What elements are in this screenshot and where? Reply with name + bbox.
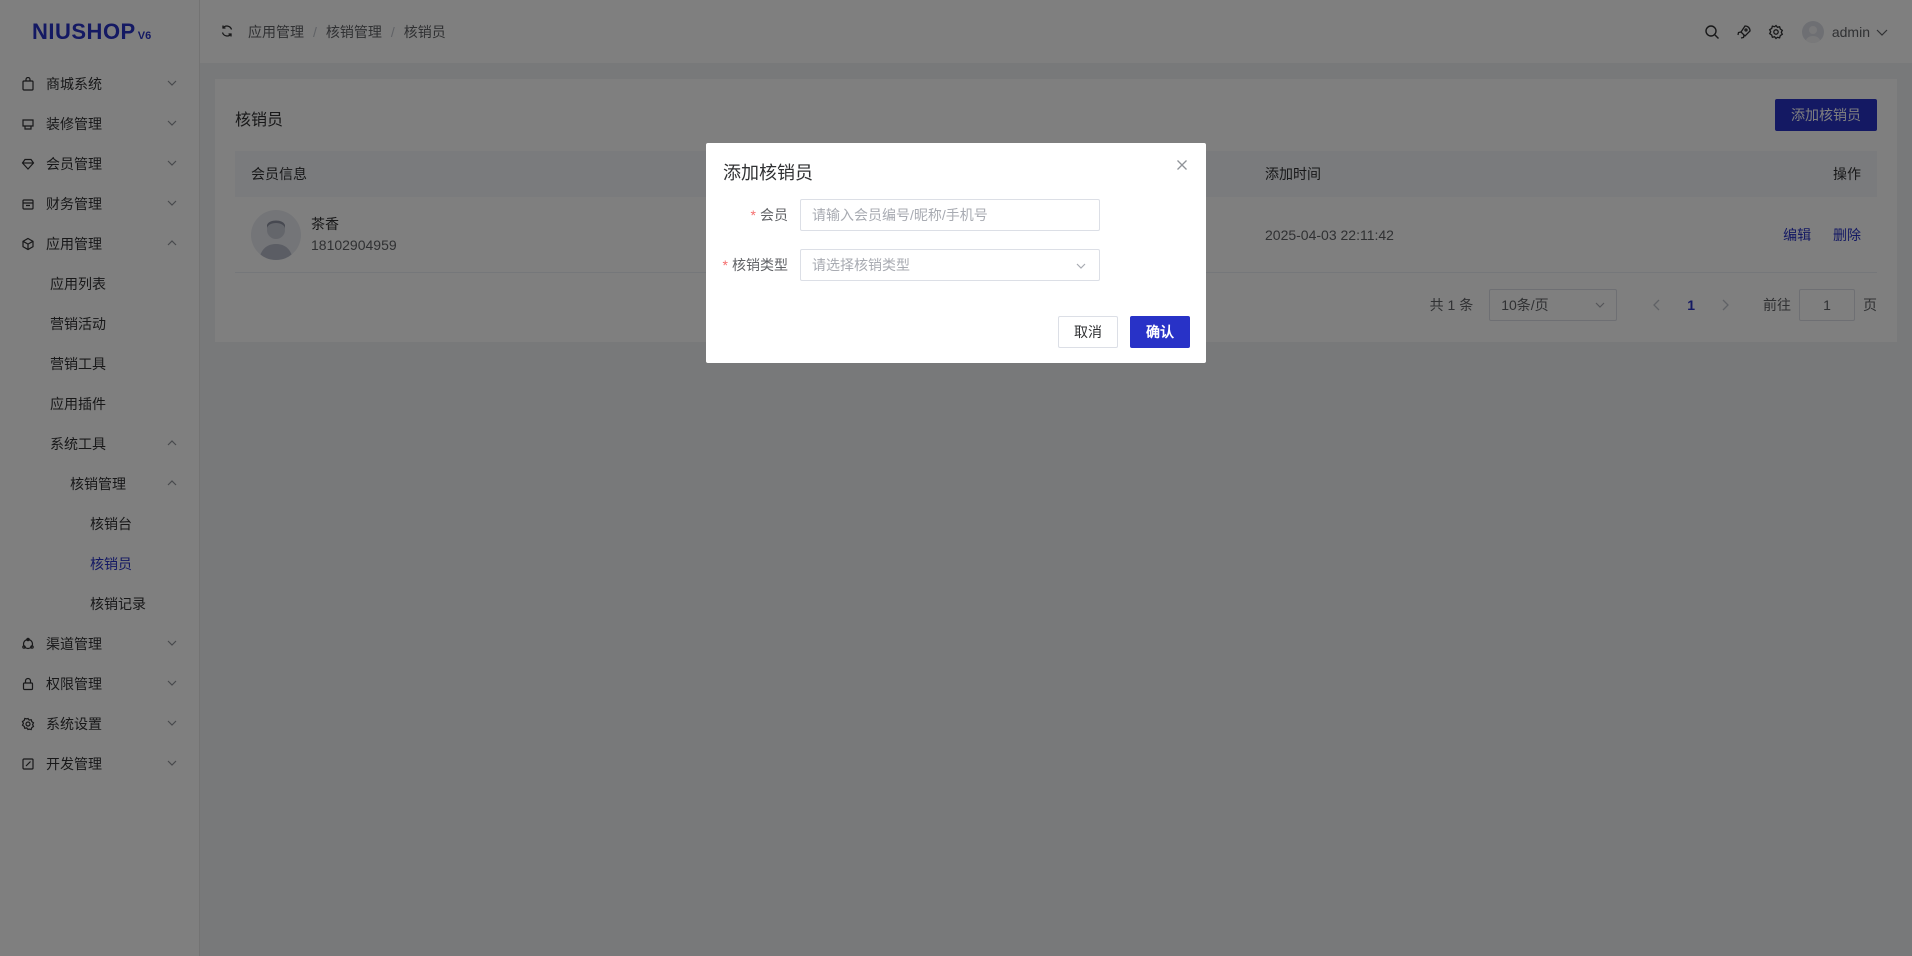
cancel-button[interactable]: 取消 xyxy=(1058,316,1118,348)
member-form-row: * 会员 xyxy=(706,199,1206,231)
required-mark: * xyxy=(722,257,728,273)
select-placeholder: 请选择核销类型 xyxy=(812,257,910,273)
dialog-title: 添加核销员 xyxy=(723,163,813,183)
close-icon[interactable] xyxy=(1174,157,1190,173)
verification-type-select[interactable]: 请选择核销类型 xyxy=(800,249,1100,281)
type-form-row: * 核销类型 请选择核销类型 xyxy=(706,249,1206,281)
confirm-button[interactable]: 确认 xyxy=(1130,316,1190,348)
required-mark: * xyxy=(750,207,756,223)
member-label: * 会员 xyxy=(750,207,788,223)
member-search-input[interactable] xyxy=(800,199,1100,231)
add-verifier-dialog: 添加核销员 *会员 *核销类型 请选择核销类型 取消 确认 xyxy=(706,143,1206,363)
chevron-down-icon xyxy=(1075,260,1087,272)
type-label: * 核销类型 xyxy=(722,257,788,273)
